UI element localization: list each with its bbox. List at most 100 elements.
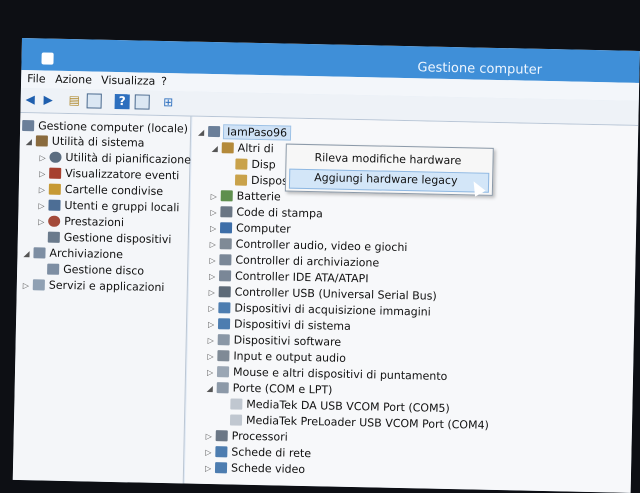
window-title: Gestione computer — [417, 60, 543, 78]
port-label: MediaTek DA USB VCOM Port (COM5) — [246, 397, 450, 416]
category-imaging-devices[interactable]: ▷ Dispositivi di acquisizione immagini — [208, 301, 431, 319]
device-manager-icon — [47, 231, 60, 243]
battery-icon — [220, 190, 233, 202]
expand-arrow-icon[interactable]: ▷ — [210, 224, 220, 233]
port-icon — [229, 414, 243, 426]
port-com5[interactable]: MediaTek DA USB VCOM Port (COM5) — [230, 397, 450, 415]
category-storage-controllers[interactable]: ▷ Controller di archiviazione — [209, 253, 379, 270]
help-icon[interactable]: ? — [114, 93, 130, 110]
services-label: Servizi e applicazioni — [48, 278, 165, 295]
category-label: Processori — [231, 429, 288, 444]
menu-detect-hardware[interactable]: Rileva modifiche hardware — [314, 151, 461, 167]
tree-root[interactable]: Gestione computer (locale) — [22, 119, 188, 135]
expand-arrow-icon[interactable]: ▷ — [208, 336, 218, 345]
processor-icon — [215, 430, 228, 442]
tree-item-scheduler[interactable]: ▷ Utilità di pianificazione — [39, 150, 191, 167]
system-tools-label: Utilità di sistema — [51, 134, 145, 150]
collapse-arrow-icon[interactable]: ◢ — [23, 249, 33, 258]
expand-arrow-icon[interactable]: ▷ — [38, 201, 48, 210]
disk-management-label: Gestione disco — [63, 262, 145, 278]
audio-io-icon — [217, 350, 230, 362]
computer-icon — [219, 222, 233, 234]
category-software-devices[interactable]: ▷ Dispositivi software — [208, 333, 342, 349]
tree-disk-management[interactable]: Gestione disco — [37, 262, 145, 278]
tree-item-device-manager[interactable]: Gestione dispositivi — [38, 230, 172, 246]
expand-arrow-icon[interactable]: ▷ — [207, 368, 217, 377]
expand-arrow-icon[interactable]: ▷ — [209, 288, 219, 297]
context-menu: Rileva modifiche hardware Aggiungi hardw… — [284, 143, 494, 196]
collapse-arrow-icon[interactable]: ◢ — [207, 384, 217, 393]
menu-visualizza[interactable]: Visualizza — [101, 74, 155, 88]
category-label: Dispositivi software — [233, 333, 342, 349]
folder-up-icon[interactable]: ▤ — [67, 93, 82, 108]
performance-label: Prestazioni — [64, 214, 125, 230]
forward-icon[interactable]: ▶ — [41, 92, 56, 107]
expand-arrow-icon[interactable]: ▷ — [209, 272, 219, 281]
expand-arrow-icon[interactable]: ▷ — [209, 256, 219, 265]
category-usb-controllers[interactable]: ▷ Controller USB (Universal Serial Bus) — [209, 285, 437, 303]
expand-arrow-icon[interactable]: ▷ — [205, 464, 215, 473]
expand-arrow-icon[interactable]: ▷ — [208, 320, 218, 329]
collapse-arrow-icon[interactable]: ◢ — [212, 144, 222, 153]
port-icon — [230, 398, 243, 410]
category-ports[interactable]: ◢ Porte (COM e LPT) — [207, 381, 333, 396]
category-other-devices[interactable]: ◢ Altri di — [212, 141, 274, 156]
tree-storage[interactable]: ◢ Archiviazione — [23, 246, 123, 262]
expand-arrow-icon[interactable]: ▷ — [206, 432, 216, 441]
category-system-devices[interactable]: ▷ Dispositivi di sistema — [208, 317, 351, 333]
device-root[interactable]: ◢ IamPaso96 — [198, 124, 292, 141]
disk-icon — [47, 263, 60, 275]
tree-item-shared-folders[interactable]: ▷ Cartelle condivise — [39, 182, 163, 198]
storage-controller-icon — [219, 254, 232, 266]
category-computer[interactable]: ▷ Computer — [210, 221, 291, 236]
tree-root-label: Gestione computer (locale) — [38, 119, 189, 136]
tree-system-tools[interactable]: ◢ Utilità di sistema — [26, 134, 145, 150]
expand-arrow-icon[interactable]: ▷ — [211, 192, 221, 201]
scan-hardware-icon[interactable]: ⊞ — [161, 95, 176, 110]
mouse-icon — [216, 366, 230, 378]
expand-arrow-icon[interactable]: ▷ — [207, 352, 217, 361]
expand-arrow-icon[interactable]: ▷ — [208, 304, 218, 313]
menu-azione[interactable]: Azione — [55, 73, 92, 87]
ide-controller-icon — [218, 270, 232, 282]
tree-services[interactable]: ▷ Servizi e applicazioni — [23, 278, 165, 294]
expand-arrow-icon[interactable]: ▷ — [210, 240, 220, 249]
menu-help[interactable]: ? — [161, 75, 167, 88]
services-icon — [32, 279, 45, 291]
shared-folder-icon — [48, 183, 61, 195]
collapse-arrow-icon[interactable]: ◢ — [198, 128, 208, 137]
expand-arrow-icon[interactable]: ▷ — [39, 185, 49, 194]
category-batteries[interactable]: ▷ Batterie — [211, 189, 281, 204]
category-processors[interactable]: ▷ Processori — [206, 429, 288, 444]
expand-arrow-icon[interactable]: ▷ — [205, 448, 215, 457]
menu-file[interactable]: File — [27, 72, 46, 85]
back-icon[interactable]: ◀ — [23, 92, 38, 107]
expand-arrow-icon[interactable]: ▷ — [23, 281, 33, 290]
category-display-adapters[interactable]: ▷ Schede video — [205, 461, 305, 476]
category-network-adapters[interactable]: ▷ Schede di rete — [205, 445, 311, 460]
expand-arrow-icon[interactable]: ▷ — [210, 208, 220, 217]
device-item[interactable]: Disp — [235, 157, 276, 171]
category-audio-io[interactable]: ▷ Input e output audio — [207, 349, 346, 364]
port-com4[interactable]: MediaTek PreLoader USB VCOM Port (COM4) — [229, 413, 489, 432]
category-mouse[interactable]: ▷ Mouse e altri dispositivi di puntamento — [207, 365, 448, 383]
tree-item-performance[interactable]: ▷ Prestazioni — [38, 214, 124, 229]
window-icon — [41, 52, 54, 65]
tree-item-event-viewer[interactable]: ▷ Visualizzatore eventi — [39, 166, 179, 182]
expand-arrow-icon[interactable]: ▷ — [38, 217, 48, 226]
device-label: Disp — [251, 157, 276, 172]
tree-item-users-groups[interactable]: ▷ Utenti e gruppi locali — [38, 198, 179, 214]
expand-arrow-icon[interactable]: ▷ — [39, 153, 49, 162]
category-label: Batterie — [236, 189, 281, 204]
collapse-arrow-icon[interactable]: ◢ — [26, 137, 36, 146]
expand-arrow-icon[interactable]: ▷ — [39, 169, 49, 178]
monitor-screen: Gestione computer File Azione Visualizza… — [12, 38, 640, 493]
category-label: Mouse e altri dispositivi di puntamento — [232, 365, 448, 383]
category-print-queues[interactable]: ▷ Code di stampa — [210, 205, 323, 221]
software-device-icon — [217, 334, 230, 346]
category-ide-controllers[interactable]: ▷ Controller IDE ATA/ATAPI — [209, 269, 369, 286]
properties-icon[interactable] — [86, 93, 102, 109]
category-audio-video[interactable]: ▷ Controller audio, video e giochi — [210, 237, 408, 255]
port-label: MediaTek PreLoader USB VCOM Port (COM4) — [245, 413, 489, 432]
show-hide-icon[interactable] — [134, 94, 150, 110]
